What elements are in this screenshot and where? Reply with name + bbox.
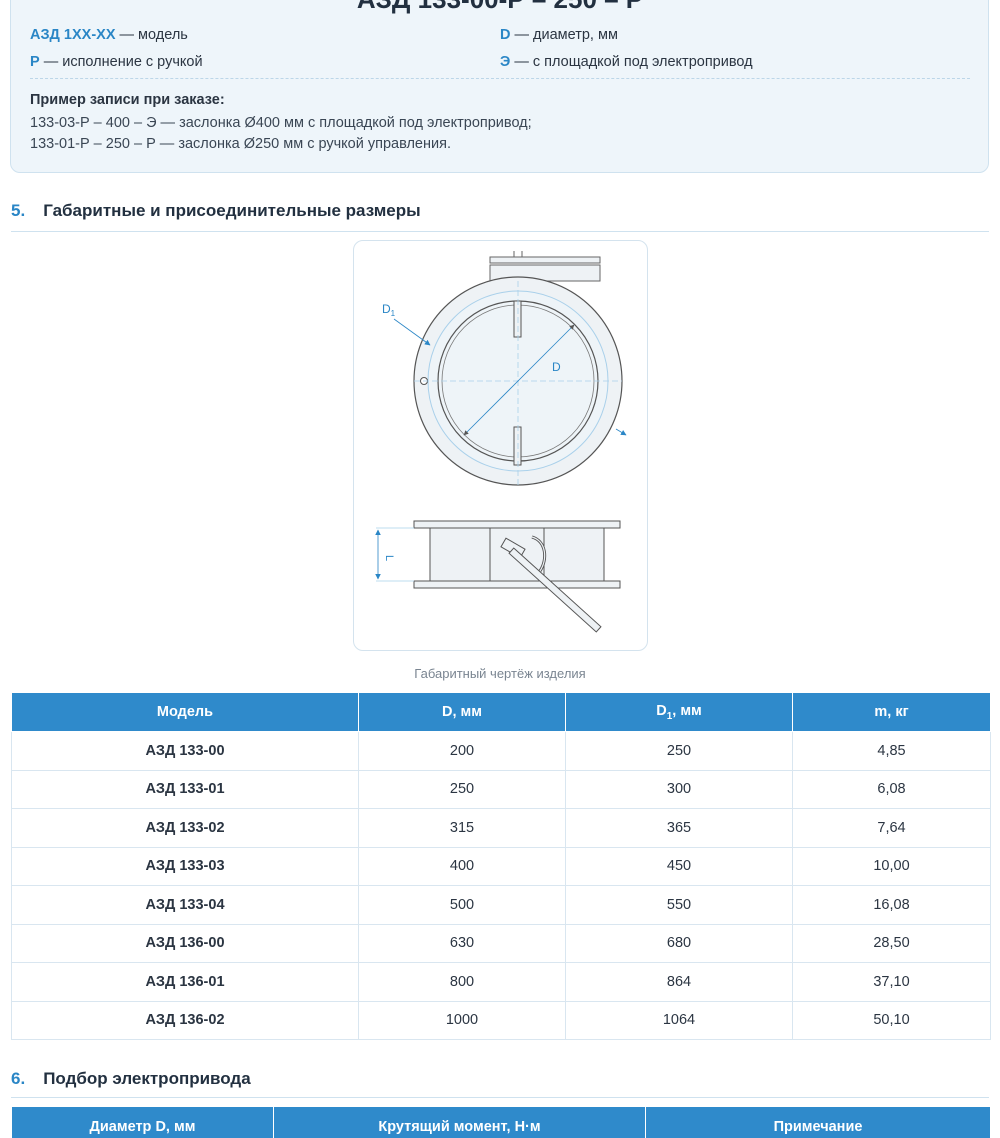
cell-d: 315: [358, 808, 566, 848]
side-flange-top: [413, 520, 621, 529]
cell-model: АЗД 136-02: [11, 1000, 359, 1040]
header-d1: D1, мм: [565, 692, 793, 732]
table-header-row: Диаметр D, мм Крутящий момент, Н·м Приме…: [11, 1106, 991, 1138]
cell-d1: 300: [565, 769, 793, 809]
table-row: АЗД 133-03 400 450 10,00: [11, 846, 991, 886]
cell-d: 630: [358, 923, 566, 963]
cell-mass: 50,10: [792, 1000, 991, 1040]
table-row: АЗД 133-01 250 300 6,08: [11, 769, 991, 809]
cell-mass: 10,00: [792, 846, 991, 886]
cell-mass: 4,85: [792, 731, 991, 771]
section-number: 5.: [11, 201, 26, 220]
legend-item-actuator-pad: Э — с площадкой под электропривод: [500, 54, 753, 70]
legend-text: — с площадкой под электропривод: [510, 54, 753, 70]
diameter-d1-arrow: [615, 428, 627, 436]
header-note: Примечание: [645, 1106, 991, 1138]
cell-mass: 37,10: [792, 962, 991, 1002]
legend-key: D: [500, 27, 511, 43]
cell-mass: 6,08: [792, 769, 991, 809]
header-model: Модель: [11, 692, 359, 732]
label-d: D: [552, 360, 561, 374]
diameter-d1-leader: [393, 318, 431, 346]
cell-d: 500: [358, 885, 566, 925]
header-d: D, мм: [358, 692, 566, 732]
legend-item-model: АЗД 1ХХ-ХХ — модель: [30, 27, 188, 43]
cell-model: АЗД 133-01: [11, 769, 359, 809]
cell-d1: 365: [565, 808, 793, 848]
cell-model: АЗД 136-00: [11, 923, 359, 963]
cell-model: АЗД 133-03: [11, 846, 359, 886]
legend-item-handle: Р — исполнение с ручкой: [30, 54, 203, 70]
cell-d: 400: [358, 846, 566, 886]
dimensions-table: Модель D, мм D1, мм m, кг АЗД 133-00 200…: [11, 692, 991, 1040]
section-divider: [11, 231, 989, 232]
cell-mass: 16,08: [792, 885, 991, 925]
cell-d: 1000: [358, 1000, 566, 1040]
legend-key: Э: [500, 54, 511, 70]
cell-d1: 550: [565, 885, 793, 925]
header-mass: m, кг: [792, 692, 991, 732]
legend-text: — исполнение с ручкой: [39, 54, 203, 70]
side-flange-bottom: [413, 580, 621, 589]
section-divider: [11, 1097, 989, 1098]
cell-d: 250: [358, 769, 566, 809]
label-d1: D1: [382, 302, 396, 318]
table-header-row: Модель D, мм D1, мм m, кг: [11, 692, 991, 732]
header-diameter: Диаметр D, мм: [11, 1106, 274, 1138]
damper-drawing: D D1 L: [375, 251, 627, 633]
shaft-top: [513, 300, 522, 338]
cell-d: 800: [358, 962, 566, 1002]
cell-mass: 7,64: [792, 808, 991, 848]
order-example-title: Пример записи при заказе:: [30, 92, 225, 108]
section-number: 6.: [11, 1069, 26, 1088]
table-row: АЗД 133-04 500 550 16,08: [11, 885, 991, 925]
cell-mass: 28,50: [792, 923, 991, 963]
shaft-bottom: [513, 426, 522, 466]
section-title: Подбор электропривода: [43, 1069, 251, 1088]
designation-formula: АЗД 133-00-Р – 250 – Р: [0, 0, 1000, 15]
cell-d1: 680: [565, 923, 793, 963]
table-row: АЗД 136-01 800 864 37,10: [11, 962, 991, 1002]
table-row: АЗД 133-02 315 365 7,64: [11, 808, 991, 848]
actuator-pad-plate: [489, 256, 601, 264]
drawing-caption: Габаритный чертёж изделия: [414, 666, 586, 681]
cell-d1: 1064: [565, 1000, 793, 1040]
legend-text: — модель: [115, 27, 188, 43]
cell-d1: 450: [565, 846, 793, 886]
actuator-selection-table: Диаметр D, мм Крутящий момент, Н·м Приме…: [11, 1106, 991, 1138]
header-torque: Крутящий момент, Н·м: [273, 1106, 646, 1138]
cell-model: АЗД 136-01: [11, 962, 359, 1002]
legend-divider: [30, 78, 970, 79]
label-l: L: [383, 555, 395, 561]
section-title: Габаритные и присоединительные размеры: [43, 201, 421, 220]
cell-d: 200: [358, 731, 566, 771]
cell-d1: 250: [565, 731, 793, 771]
legend-key: Р: [30, 54, 40, 70]
table-row: АЗД 133-00 200 250 4,85: [11, 731, 991, 771]
cell-model: АЗД 133-04: [11, 885, 359, 925]
dimension-drawing-frame: D D1 L: [353, 240, 648, 651]
cell-model: АЗД 133-00: [11, 731, 359, 771]
order-example-line: 133-03-Р – 400 – Э — заслонка Ø400 мм с …: [30, 115, 532, 131]
section-6-heading: 6. Подбор электропривода: [11, 1069, 251, 1089]
table-row: АЗД 136-02 1000 1064 50,10: [11, 1000, 991, 1040]
legend-key: АЗД 1ХХ-ХХ: [30, 27, 116, 43]
order-example-line: 133-01-Р – 250 – Р — заслонка Ø250 мм с …: [30, 136, 451, 152]
cell-d1: 864: [565, 962, 793, 1002]
section-5-heading: 5. Габаритные и присоединительные размеры: [11, 201, 421, 221]
legend-text: — диаметр, мм: [510, 27, 618, 43]
table-row: АЗД 136-00 630 680 28,50: [11, 923, 991, 963]
legend-item-diameter: D — диаметр, мм: [500, 27, 618, 43]
cell-model: АЗД 133-02: [11, 808, 359, 848]
